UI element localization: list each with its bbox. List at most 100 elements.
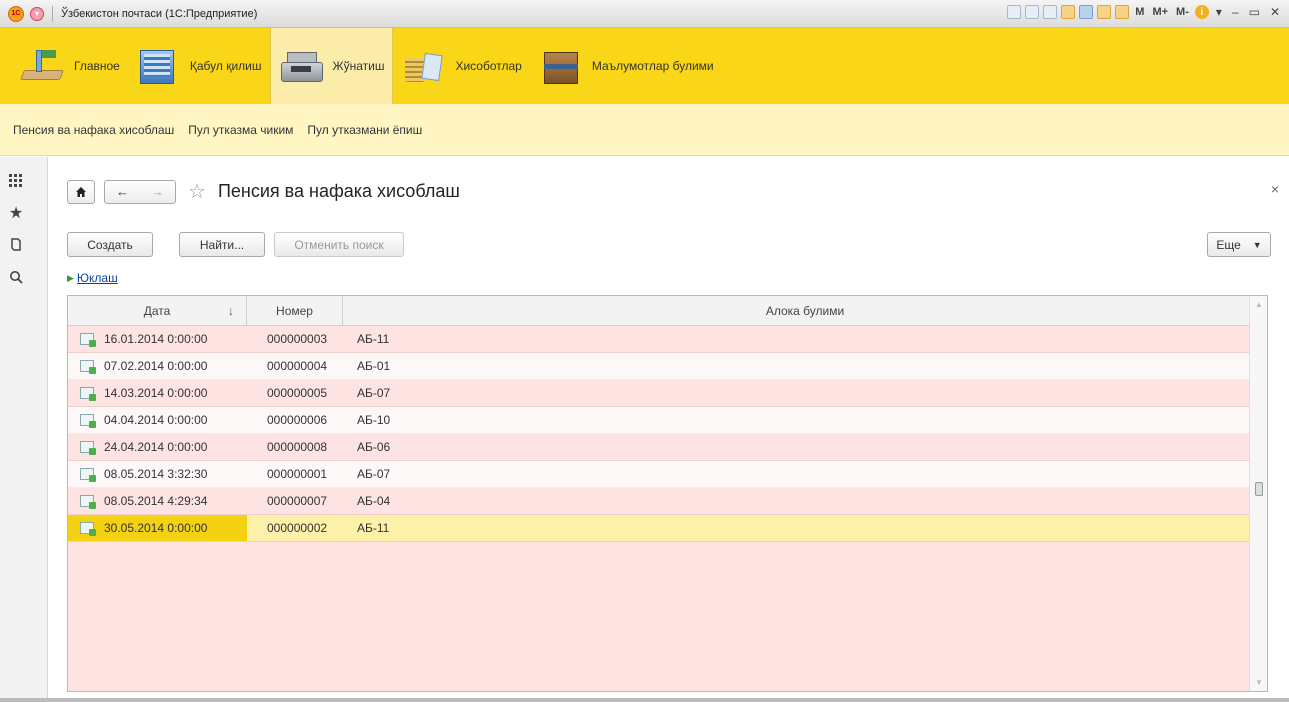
- close-window-button[interactable]: ✕: [1267, 5, 1283, 19]
- cell-number: 000000008: [267, 440, 328, 454]
- cell-number: 000000007: [267, 494, 328, 508]
- archive-box-icon: [536, 46, 584, 86]
- section-reports[interactable]: Хисоботлар: [393, 28, 529, 104]
- table-row[interactable]: 08.05.2014 4:29:34 000000007 АБ-04: [68, 488, 1267, 515]
- cell-date: 30.05.2014 0:00:00: [104, 521, 208, 535]
- cell-date: 08.05.2014 3:32:30: [104, 467, 208, 481]
- cell-date: 07.02.2014 0:00:00: [104, 359, 208, 373]
- cell-number: 000000006: [267, 413, 328, 427]
- sort-arrow-icon: ↓: [228, 303, 234, 318]
- cell-date: 14.03.2014 0:00:00: [104, 386, 208, 400]
- memory-button[interactable]: M: [1133, 6, 1146, 18]
- table-row[interactable]: 04.04.2014 0:00:00 000000006 АБ-10: [68, 407, 1267, 434]
- table-row[interactable]: 16.01.2014 0:00:00 000000003 АБ-11: [68, 326, 1267, 353]
- forward-arrow-icon[interactable]: →: [140, 184, 175, 199]
- cell-department: АБ-11: [357, 521, 390, 535]
- posted-document-icon: [80, 522, 96, 536]
- page-title: Пенсия ва нафака хисоблаш: [217, 181, 460, 201]
- column-header-number[interactable]: Номер: [247, 296, 343, 325]
- find-button[interactable]: Найти...: [179, 232, 265, 257]
- section-data[interactable]: Маълумотлар булими: [530, 28, 722, 104]
- home-button[interactable]: [67, 179, 95, 204]
- cell-number: 000000005: [267, 386, 328, 400]
- window-title: Ўзбекистон почтаси (1С:Предприятие): [61, 7, 258, 20]
- cell-number: 000000001: [267, 467, 328, 481]
- upload-group-link[interactable]: ▶ Юклаш: [67, 271, 118, 285]
- favorites-icon[interactable]: [1061, 5, 1076, 19]
- posted-document-icon: [80, 387, 96, 401]
- cancel-search-button[interactable]: Отменить поиск: [274, 232, 404, 257]
- vertical-scrollbar[interactable]: ▲ ▼: [1249, 296, 1267, 691]
- cash-register-icon: [277, 46, 325, 86]
- cell-department: АБ-07: [357, 386, 391, 400]
- cell-date: 08.05.2014 4:29:34: [104, 494, 208, 508]
- section-send[interactable]: Жўнатиш: [269, 28, 394, 104]
- column-header-label: Алока булими: [765, 303, 845, 318]
- section-label: Қабул қилиш: [189, 59, 262, 73]
- title-separator: [52, 5, 53, 22]
- scroll-up-icon[interactable]: ▲: [1255, 300, 1263, 309]
- table-row[interactable]: 24.04.2014 0:00:00 000000008 АБ-06: [68, 434, 1267, 461]
- app-logo-icon[interactable]: 1С: [8, 5, 24, 22]
- table-row[interactable]: 14.03.2014 0:00:00 000000005 АБ-07: [68, 380, 1267, 407]
- cell-number: 000000004: [267, 359, 328, 373]
- more-label: Еще: [1216, 237, 1241, 252]
- star-icon[interactable]: ★: [0, 199, 32, 227]
- cell-department: АБ-10: [357, 413, 391, 427]
- restore-button[interactable]: ▭: [1246, 5, 1263, 19]
- scroll-thumb[interactable]: [1255, 482, 1263, 496]
- cell-date: 04.04.2014 0:00:00: [104, 413, 208, 427]
- scroll-down-icon[interactable]: ▼: [1255, 678, 1263, 687]
- table-row[interactable]: 08.05.2014 3:32:30 000000001 АБ-07: [68, 461, 1267, 488]
- create-button[interactable]: Создать: [67, 232, 153, 257]
- table-header: Дата ↓ Номер Алока булими: [68, 296, 1267, 326]
- cell-department: АБ-07: [357, 467, 391, 481]
- info-icon[interactable]: i: [1194, 5, 1209, 19]
- save-icon[interactable]: [1007, 5, 1022, 19]
- apps-grid-icon[interactable]: [0, 167, 32, 195]
- more-button[interactable]: Еще ▼: [1207, 232, 1271, 257]
- nav-item-pension[interactable]: Пенсия ва нафака хисоблаш: [6, 123, 181, 137]
- table-row-selected[interactable]: 30.05.2014 0:00:00 000000002 АБ-11: [68, 515, 1267, 542]
- section-label: Жўнатиш: [332, 59, 385, 73]
- documents-table: Дата ↓ Номер Алока булими 16.01.2014 0:0…: [67, 295, 1268, 692]
- table-icon[interactable]: [1097, 5, 1112, 19]
- bottom-border: [0, 698, 1289, 702]
- cell-department: АБ-04: [357, 494, 391, 508]
- section-main[interactable]: Главное: [12, 28, 128, 104]
- minimize-button[interactable]: –: [1229, 5, 1242, 19]
- search-icon[interactable]: [0, 263, 32, 291]
- back-arrow-icon[interactable]: ←: [105, 184, 140, 199]
- cell-number: 000000003: [267, 332, 328, 346]
- nav-item-transfer-out[interactable]: Пул утказма чиким: [181, 123, 300, 137]
- section-receive[interactable]: Қабул қилиш: [128, 28, 270, 104]
- title-bar: 1С ▾ Ўзбекистон почтаси (1С:Предприятие)…: [0, 0, 1289, 28]
- nav-item-transfer-close[interactable]: Пул утказмани ёпиш: [300, 123, 429, 137]
- calendar-icon[interactable]: [1115, 5, 1130, 19]
- dropdown-icon[interactable]: ▾: [1213, 5, 1225, 19]
- calculator-icon[interactable]: [1079, 5, 1094, 19]
- column-header-label: Номер: [276, 303, 313, 318]
- posted-document-icon: [80, 333, 96, 347]
- form-nav-row: ← → ☆ Пенсия ва нафака хисоблаш: [67, 179, 460, 204]
- posted-document-icon: [80, 360, 96, 374]
- main-menu-icon[interactable]: ▾: [30, 6, 44, 21]
- column-header-date[interactable]: Дата ↓: [68, 296, 247, 325]
- section-label: Главное: [74, 59, 120, 73]
- close-form-icon[interactable]: ×: [1271, 181, 1279, 197]
- table-row[interactable]: 07.02.2014 0:00:00 000000004 АБ-01: [68, 353, 1267, 380]
- print-icon[interactable]: [1025, 5, 1040, 19]
- memory-minus-button[interactable]: M-: [1174, 6, 1191, 18]
- navigation-subpanel: Пенсия ва нафака хисоблаш Пул утказма чи…: [0, 104, 1289, 156]
- preview-icon[interactable]: [1043, 5, 1058, 19]
- cell-department: АБ-06: [357, 440, 391, 454]
- history-icon[interactable]: [0, 231, 32, 259]
- column-header-department[interactable]: Алока булими: [343, 296, 1267, 325]
- building-icon: [134, 46, 182, 86]
- memory-plus-button[interactable]: M+: [1150, 6, 1170, 18]
- left-toolbar: ★: [0, 157, 48, 702]
- posted-document-icon: [80, 468, 96, 482]
- favorite-star-icon[interactable]: ☆: [188, 179, 206, 204]
- sections-panel: Главное Қабул қилиш Жўнатиш Хисоботлар М…: [0, 28, 1289, 104]
- cell-date: 16.01.2014 0:00:00: [104, 332, 208, 346]
